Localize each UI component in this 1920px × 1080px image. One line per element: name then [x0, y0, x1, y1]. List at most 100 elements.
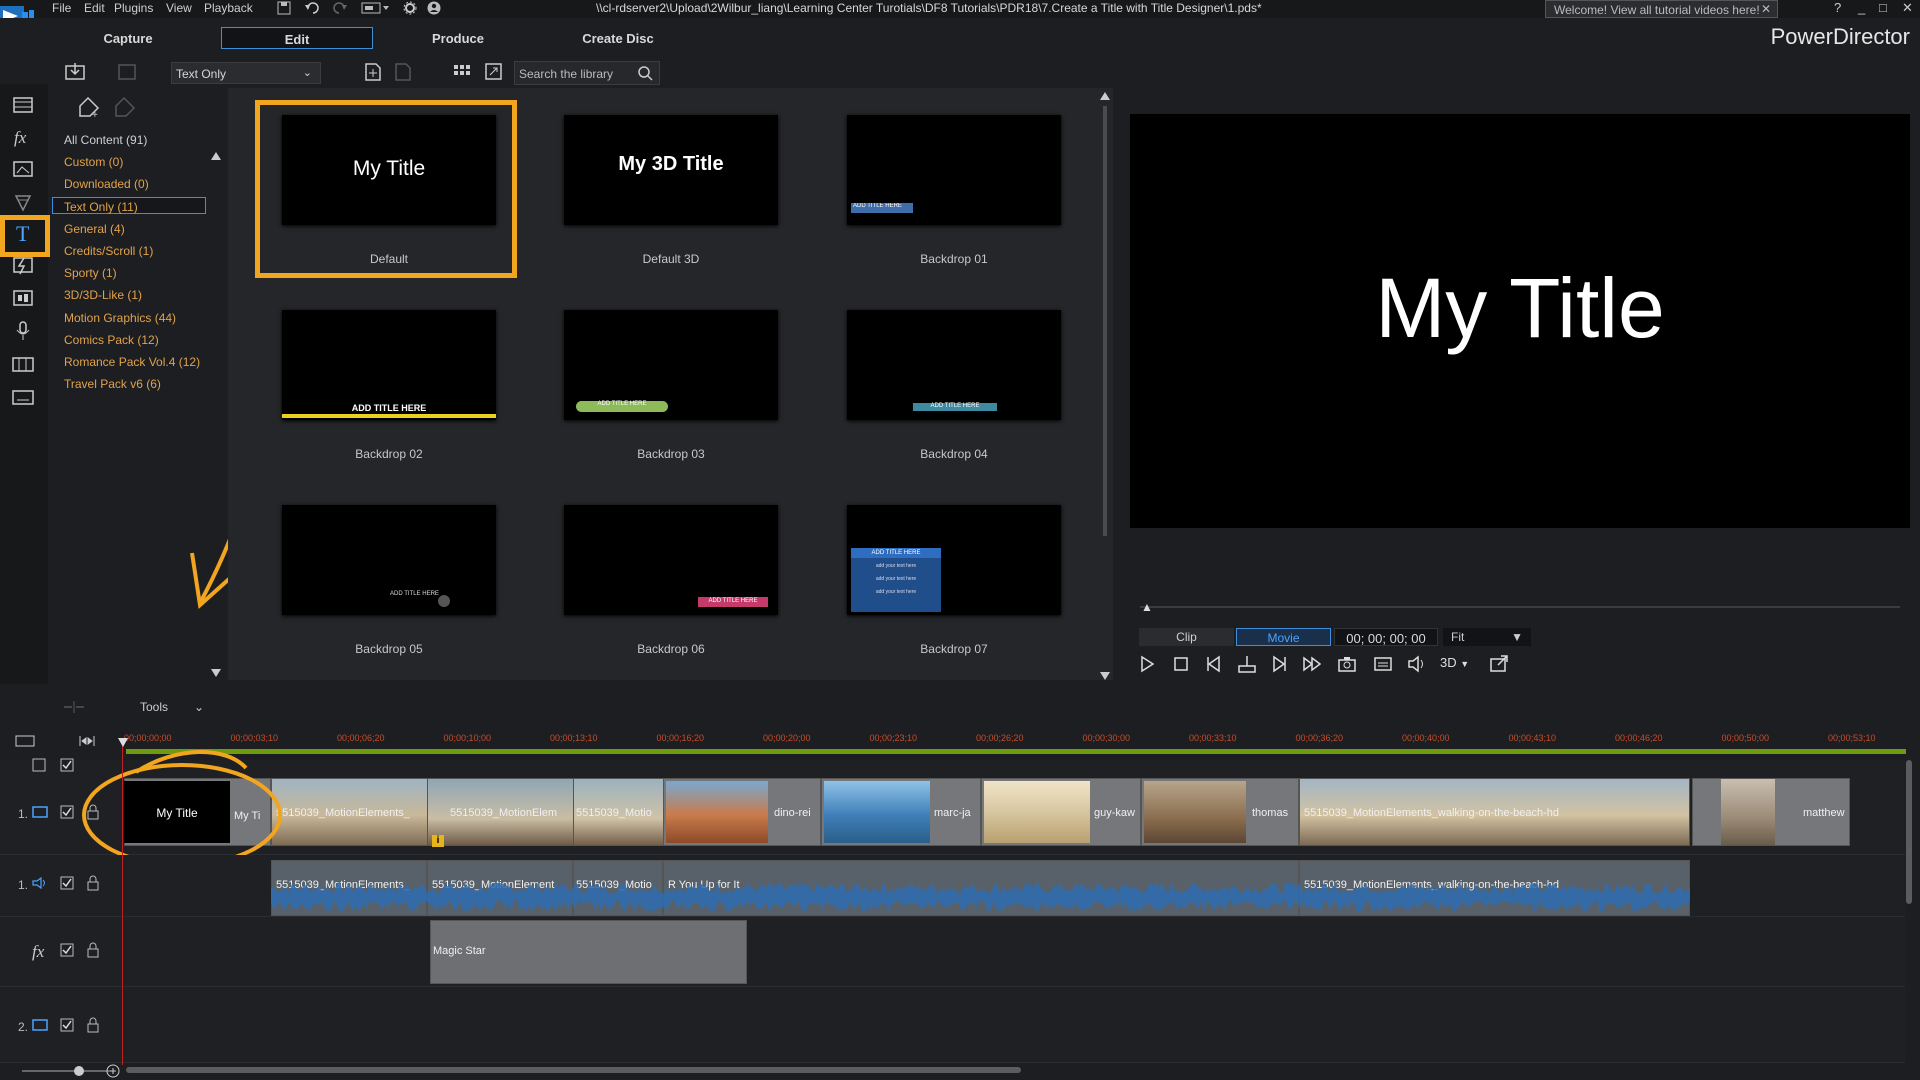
- media-room-icon[interactable]: [10, 92, 36, 118]
- subtitle-toggle-icon[interactable]: [1372, 654, 1394, 674]
- close-icon[interactable]: ✕: [1761, 2, 1771, 16]
- tab-capture[interactable]: Capture: [58, 27, 198, 49]
- tab-produce[interactable]: Produce: [388, 27, 528, 49]
- transition-room-icon[interactable]: [10, 252, 36, 278]
- category-item[interactable]: 3D/3D-Like (1): [64, 288, 142, 302]
- resize-thumbnail-icon[interactable]: [484, 62, 504, 82]
- clip-mode-button[interactable]: Clip: [1139, 628, 1234, 646]
- library-item-label[interactable]: Backdrop 06: [564, 642, 778, 656]
- video-clip[interactable]: marc-ja: [821, 778, 981, 846]
- layout-dropdown-icon[interactable]: [360, 1, 390, 15]
- video-clip[interactable]: 5515039_MotionElements_walking-on-the-be…: [1299, 778, 1690, 846]
- movie-mode-button[interactable]: Movie: [1236, 628, 1331, 646]
- lock-icon[interactable]: [86, 1017, 100, 1033]
- welcome-banner[interactable]: Welcome! View all tutorial videos here! ✕: [1545, 0, 1778, 18]
- library-item-thumbnail[interactable]: ADD TITLE HERE: [564, 505, 778, 615]
- maximize-button[interactable]: □: [1879, 0, 1887, 15]
- timecode-display[interactable]: 00; 00; 00; 00: [1334, 628, 1438, 646]
- menu-edit[interactable]: Edit: [84, 1, 105, 15]
- pip-room-icon[interactable]: [10, 156, 36, 182]
- search-icon[interactable]: [637, 65, 653, 81]
- category-item-selected[interactable]: Text Only (11): [52, 197, 206, 214]
- category-item[interactable]: Comics Pack (12): [64, 333, 159, 347]
- video-clip[interactable]: 5515039_MotionElements_: [271, 778, 428, 846]
- video-clip[interactable]: thomas: [1141, 778, 1299, 846]
- snapshot-camera-icon[interactable]: [1336, 654, 1358, 674]
- audio-mixing-room-icon[interactable]: [10, 285, 36, 311]
- video-clip[interactable]: 5515039_Motio: [573, 778, 664, 846]
- menu-view[interactable]: View: [166, 1, 192, 15]
- track-enable-checkbox[interactable]: [60, 1018, 74, 1032]
- save-icon[interactable]: [276, 1, 292, 15]
- chapter-room-icon[interactable]: [10, 351, 36, 377]
- category-item[interactable]: Travel Pack v6 (6): [64, 377, 161, 391]
- import-icon[interactable]: [64, 62, 86, 82]
- library-item-label[interactable]: Backdrop 01: [847, 252, 1061, 266]
- chevron-down-icon[interactable]: ⌄: [194, 700, 204, 714]
- zoom-in-icon[interactable]: [106, 1064, 120, 1078]
- video-clip[interactable]: 5515039_MotionElem i: [427, 778, 574, 847]
- minimize-button[interactable]: _: [1858, 0, 1865, 15]
- next-frame-icon[interactable]: [1268, 654, 1290, 674]
- timeline-horizontal-scrollbar[interactable]: [126, 1067, 1021, 1073]
- undock-preview-icon[interactable]: [1488, 654, 1510, 674]
- category-item[interactable]: General (4): [64, 222, 125, 236]
- marker-badge[interactable]: i: [432, 835, 444, 847]
- previous-frame-icon[interactable]: [1203, 654, 1225, 674]
- redo-icon[interactable]: [332, 1, 348, 15]
- tab-edit[interactable]: Edit: [221, 27, 373, 49]
- modify-template-icon[interactable]: [392, 62, 414, 82]
- category-item[interactable]: Downloaded (0): [64, 177, 149, 191]
- category-item[interactable]: Romance Pack Vol.4 (12): [64, 355, 200, 369]
- particle-room-icon[interactable]: [10, 188, 36, 214]
- account-icon[interactable]: [426, 1, 442, 15]
- library-scrollbar[interactable]: [1100, 92, 1110, 680]
- category-item[interactable]: Credits/Scroll (1): [64, 244, 153, 258]
- track-enable-checkbox[interactable]: [60, 943, 74, 957]
- library-item-thumbnail[interactable]: ADD TITLE HERE add your text here add yo…: [847, 505, 1061, 615]
- library-item-thumbnail[interactable]: My 3D Title: [564, 115, 778, 225]
- download-content-icon[interactable]: [116, 62, 138, 82]
- preview-timeline-slider[interactable]: [1140, 606, 1900, 608]
- search-input[interactable]: Search the library: [514, 61, 660, 85]
- library-item-label[interactable]: Backdrop 02: [282, 447, 496, 461]
- volume-icon[interactable]: [1406, 654, 1428, 674]
- lock-icon[interactable]: [86, 942, 100, 958]
- category-item[interactable]: Sporty (1): [64, 266, 117, 280]
- track-enable-checkbox[interactable]: [60, 876, 74, 890]
- voiceover-room-icon[interactable]: [10, 318, 36, 344]
- zoom-fit-select[interactable]: Fit ▼: [1443, 628, 1531, 646]
- library-item-label[interactable]: Backdrop 05: [282, 642, 496, 656]
- add-tag-icon[interactable]: +: [76, 96, 102, 120]
- library-item-label[interactable]: Backdrop 03: [564, 447, 778, 461]
- undo-icon[interactable]: [304, 1, 320, 15]
- zoom-slider-handle[interactable]: [74, 1066, 84, 1076]
- menu-playback[interactable]: Playback: [204, 1, 253, 15]
- 3d-mode-button[interactable]: 3D ▼: [1440, 655, 1469, 670]
- playhead-handle-icon[interactable]: [118, 738, 128, 748]
- grid-view-icon[interactable]: [452, 62, 472, 82]
- library-item-label[interactable]: Default 3D: [564, 252, 778, 266]
- category-item[interactable]: Motion Graphics (44): [64, 311, 176, 325]
- library-item-thumbnail[interactable]: ADD TITLE HERE: [282, 505, 496, 615]
- library-item-label[interactable]: Backdrop 07: [847, 642, 1061, 656]
- delete-tag-icon[interactable]: [112, 96, 138, 120]
- library-item-thumbnail[interactable]: ADD TITLE HERE: [847, 115, 1061, 225]
- help-button[interactable]: ?: [1834, 0, 1841, 15]
- playhead[interactable]: [122, 740, 123, 1065]
- library-filter-select[interactable]: Text Only ⌄: [171, 62, 321, 84]
- category-item[interactable]: All Content (91): [64, 133, 147, 147]
- effect-clip[interactable]: Magic Star: [430, 920, 747, 984]
- video-clip[interactable]: guy-kaw: [981, 778, 1141, 846]
- category-item[interactable]: Custom (0): [64, 155, 123, 169]
- library-item-thumbnail[interactable]: ADD TITLE HERE: [282, 310, 496, 420]
- tab-create-disc[interactable]: Create Disc: [548, 27, 688, 49]
- fx-room-icon[interactable]: fx: [10, 124, 36, 150]
- library-item-label[interactable]: Backdrop 04: [847, 447, 1061, 461]
- close-window-button[interactable]: ✕: [1902, 0, 1913, 16]
- video-clip[interactable]: matthew: [1692, 778, 1850, 846]
- timeline-vertical-scrollbar[interactable]: [1906, 760, 1912, 904]
- menu-file[interactable]: File: [52, 1, 71, 15]
- tools-menu[interactable]: Tools: [140, 700, 168, 714]
- stop-icon[interactable]: [1170, 654, 1192, 674]
